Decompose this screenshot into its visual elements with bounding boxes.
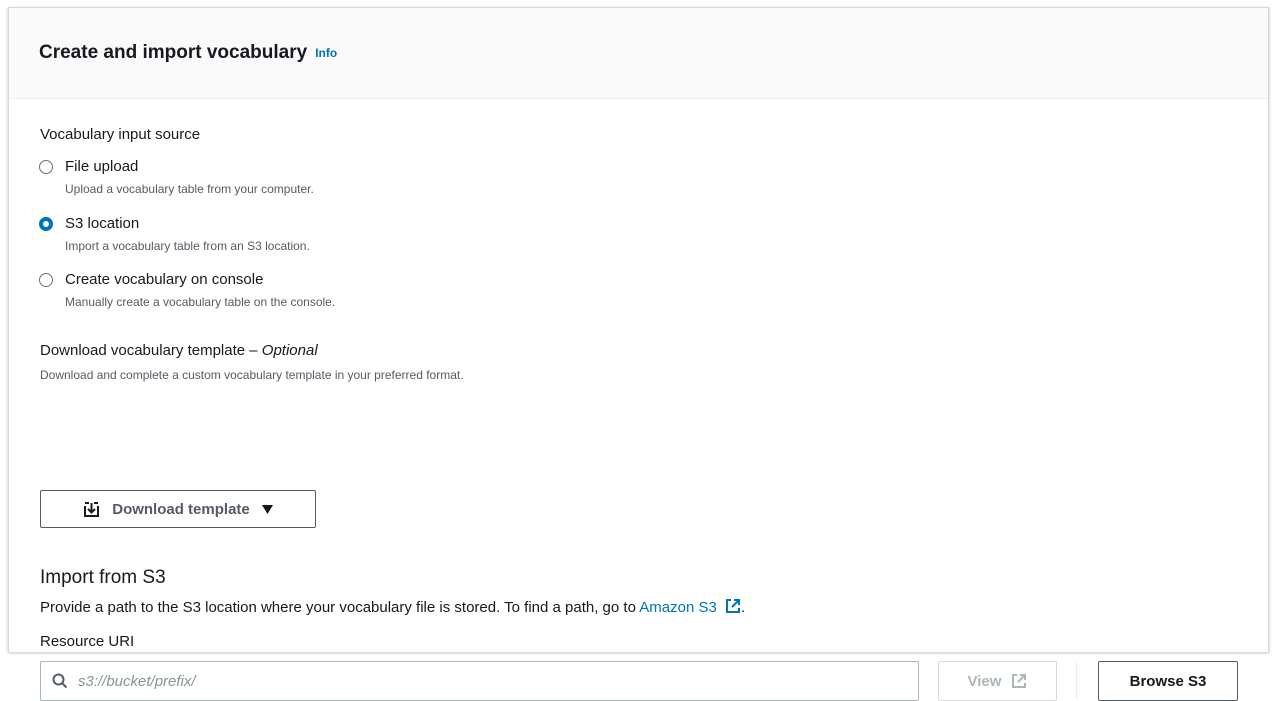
search-icon	[52, 673, 68, 689]
download-icon	[84, 501, 100, 517]
radio-button[interactable]	[39, 273, 53, 287]
view-button-label: View	[967, 672, 1002, 690]
radio-label: Create vocabulary on console	[65, 271, 264, 288]
radio-label: File upload	[65, 158, 139, 175]
browse-s3-button[interactable]: Browse S3	[1098, 661, 1238, 701]
page-title: Create and import vocabulary	[39, 42, 308, 63]
import-description-text: Provide a path to the S3 location where …	[40, 599, 640, 616]
button-divider	[1076, 662, 1077, 700]
view-button[interactable]: View	[938, 661, 1057, 701]
amazon-s3-link[interactable]: Amazon S3	[639, 599, 741, 616]
info-link[interactable]: Info	[315, 46, 337, 60]
template-description: Download and complete a custom vocabular…	[40, 368, 464, 382]
radio-description: Manually create a vocabulary table on th…	[65, 295, 336, 309]
amazon-s3-link-label: Amazon S3	[639, 599, 717, 616]
create-vocabulary-panel: Create and import vocabulary Info Vocabu…	[8, 7, 1269, 701]
optional-tag: Optional	[261, 342, 318, 359]
external-link-icon	[1012, 674, 1027, 688]
radio-option-s3-location[interactable]: S3 location Import a vocabulary table fr…	[39, 214, 310, 253]
resource-uri-label: Resource URI	[40, 633, 135, 650]
radio-description: Import a vocabulary table from an S3 loc…	[65, 239, 310, 253]
download-template-label: Download template	[112, 500, 250, 518]
browse-s3-label: Browse S3	[1129, 672, 1207, 690]
resource-uri-input[interactable]	[76, 671, 880, 691]
panel-header: Create and import vocabulary Info	[9, 8, 1268, 99]
resource-uri-field[interactable]	[40, 661, 919, 701]
input-source-label: Vocabulary input source	[40, 126, 201, 143]
import-description: Provide a path to the S3 location where …	[40, 598, 745, 616]
radio-button[interactable]	[39, 160, 53, 174]
radio-option-create-on-console[interactable]: Create vocabulary on console Manually cr…	[39, 270, 335, 309]
import-description-end: .	[740, 599, 746, 616]
external-link-icon	[725, 599, 740, 613]
radio-option-file-upload[interactable]: File upload Upload a vocabulary table fr…	[39, 157, 314, 196]
import-section-title: Import from S3	[40, 567, 166, 588]
radio-description: Upload a vocabulary table from your comp…	[65, 182, 314, 196]
radio-label: S3 location	[65, 215, 140, 232]
caret-down-icon	[261, 504, 273, 514]
template-label-text: Download vocabulary template –	[40, 342, 262, 359]
download-template-button[interactable]: Download template	[40, 490, 316, 528]
radio-button-selected[interactable]	[39, 217, 53, 231]
template-label: Download vocabulary template – Optional	[40, 342, 318, 359]
